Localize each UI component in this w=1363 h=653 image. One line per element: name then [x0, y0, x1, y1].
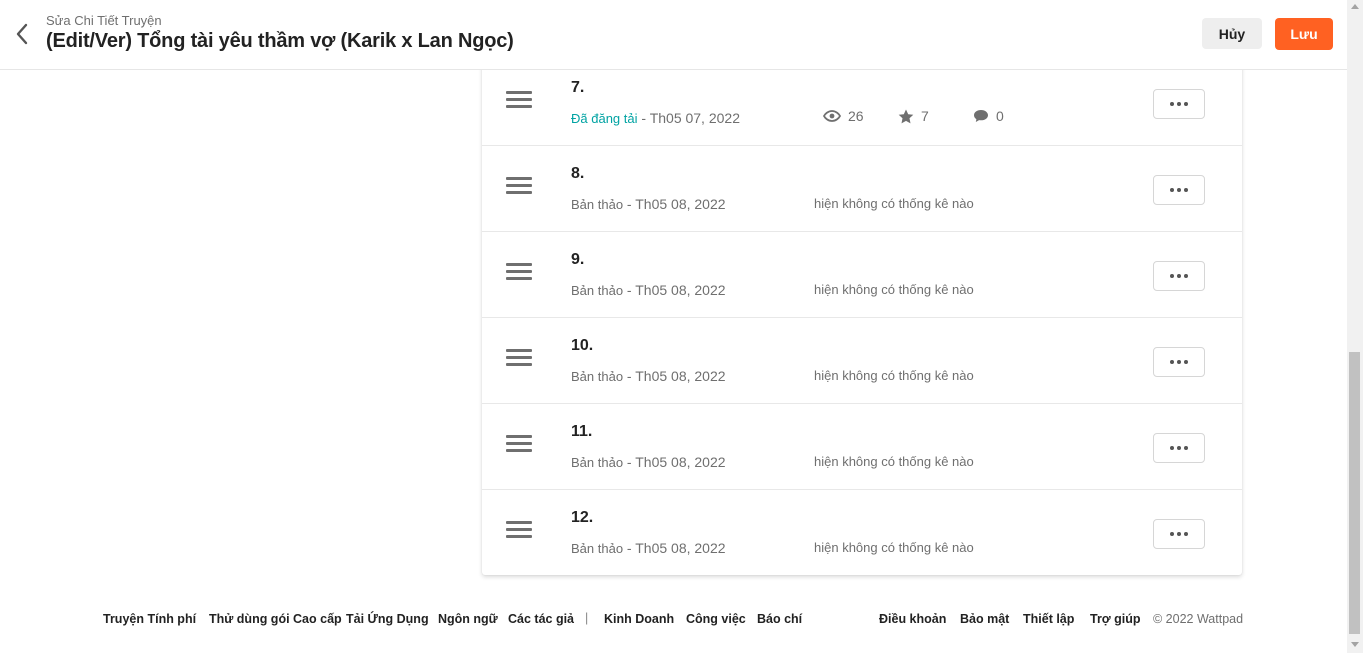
- part-date: - Th05 08, 2022: [623, 368, 726, 384]
- part-options-button[interactable]: [1153, 347, 1205, 377]
- part-number[interactable]: 11.: [571, 423, 592, 441]
- part-date: - Th05 08, 2022: [623, 196, 726, 212]
- votes-stat: 7: [898, 108, 929, 124]
- no-stats-text: hiện không có thống kê nào: [814, 368, 974, 383]
- status-label: Bản thảo: [571, 455, 624, 470]
- footer-link-jobs[interactable]: Công việc: [686, 612, 746, 626]
- votes-count: 7: [921, 108, 929, 124]
- part-row[interactable]: 10. Bản thảo - Th05 08, 2022 hiện không …: [482, 318, 1242, 404]
- footer-link-business[interactable]: Kinh Doanh: [604, 612, 674, 626]
- no-stats-text: hiện không có thống kê nào: [814, 282, 974, 297]
- more-horizontal-icon: [1170, 360, 1188, 364]
- comments-stat: 0: [973, 108, 1004, 124]
- drag-handle-icon[interactable]: [506, 177, 532, 195]
- footer-link-privacy[interactable]: Bảo mật: [960, 612, 1009, 626]
- header-subtitle: Sửa Chi Tiết Truyện: [46, 13, 162, 28]
- footer-link-language[interactable]: Ngôn ngữ: [438, 612, 498, 626]
- status-label: Bản thảo: [571, 541, 624, 556]
- drag-handle-icon[interactable]: [506, 349, 532, 367]
- part-status: Bản thảo - Th05 08, 2022: [571, 368, 726, 384]
- views-stat: 26: [823, 108, 864, 124]
- part-options-button[interactable]: [1153, 175, 1205, 205]
- eye-icon: [823, 110, 841, 122]
- part-row[interactable]: 11. Bản thảo - Th05 08, 2022 hiện không …: [482, 404, 1242, 490]
- edit-header: Sửa Chi Tiết Truyện (Edit/Ver) Tổng tài …: [0, 0, 1347, 70]
- footer-link-paid-stories[interactable]: Truyện Tính phí: [103, 612, 196, 626]
- part-number[interactable]: 7.: [571, 79, 584, 97]
- part-options-button[interactable]: [1153, 89, 1205, 119]
- no-stats-text: hiện không có thống kê nào: [814, 454, 974, 469]
- page-scrollbar[interactable]: [1347, 0, 1363, 653]
- part-row[interactable]: 9. Bản thảo - Th05 08, 2022 hiện không c…: [482, 232, 1242, 318]
- part-status: Bản thảo - Th05 08, 2022: [571, 540, 726, 556]
- part-date: - Th05 07, 2022: [637, 110, 740, 126]
- scroll-down-arrow-icon[interactable]: [1351, 642, 1359, 647]
- part-number[interactable]: 10.: [571, 337, 593, 355]
- chevron-left-icon: [16, 23, 28, 45]
- cancel-button[interactable]: Hủy: [1202, 18, 1262, 49]
- comments-count: 0: [996, 108, 1004, 124]
- footer-link-settings[interactable]: Thiết lập: [1023, 612, 1074, 626]
- parts-list: 7. Đã đăng tải - Th05 07, 2022 26 7 0 8.…: [482, 60, 1242, 575]
- footer-copyright: © 2022 Wattpad: [1153, 612, 1244, 626]
- part-status: Bản thảo - Th05 08, 2022: [571, 454, 726, 470]
- status-label: Bản thảo: [571, 197, 624, 212]
- status-label: Đã đăng tải: [571, 111, 638, 126]
- footer-link-terms[interactable]: Điều khoản: [879, 612, 946, 626]
- back-button[interactable]: [10, 20, 34, 48]
- no-stats-text: hiện không có thống kê nào: [814, 196, 974, 211]
- footer-link-premium-trial[interactable]: Thử dùng gói Cao cấp: [209, 612, 342, 626]
- footer-link-get-app[interactable]: Tải Ứng Dụng: [346, 612, 429, 626]
- part-status: Đã đăng tải - Th05 07, 2022: [571, 110, 740, 126]
- part-date: - Th05 08, 2022: [623, 540, 726, 556]
- footer-link-help[interactable]: Trợ giúp: [1090, 612, 1141, 626]
- footer-link-press[interactable]: Báo chí: [757, 612, 802, 626]
- drag-handle-icon[interactable]: [506, 435, 532, 453]
- part-status: Bản thảo - Th05 08, 2022: [571, 196, 726, 212]
- status-label: Bản thảo: [571, 369, 624, 384]
- more-horizontal-icon: [1170, 446, 1188, 450]
- drag-handle-icon[interactable]: [506, 91, 532, 109]
- part-row[interactable]: 12. Bản thảo - Th05 08, 2022 hiện không …: [482, 490, 1242, 575]
- footer-link-writers[interactable]: Các tác giả: [508, 612, 574, 626]
- drag-handle-icon[interactable]: [506, 263, 532, 281]
- drag-handle-icon[interactable]: [506, 521, 532, 539]
- part-row[interactable]: 7. Đã đăng tải - Th05 07, 2022 26 7 0: [482, 60, 1242, 146]
- part-status: Bản thảo - Th05 08, 2022: [571, 282, 726, 298]
- part-options-button[interactable]: [1153, 433, 1205, 463]
- more-horizontal-icon: [1170, 188, 1188, 192]
- more-horizontal-icon: [1170, 274, 1188, 278]
- star-icon: [898, 109, 914, 123]
- part-options-button[interactable]: [1153, 519, 1205, 549]
- part-options-button[interactable]: [1153, 261, 1205, 291]
- part-row[interactable]: 8. Bản thảo - Th05 08, 2022 hiện không c…: [482, 146, 1242, 232]
- more-horizontal-icon: [1170, 102, 1188, 106]
- story-title: (Edit/Ver) Tổng tài yêu thầm vợ (Karik x…: [46, 30, 514, 52]
- footer: Truyện Tính phí Thử dùng gói Cao cấp Tải…: [0, 610, 1347, 630]
- part-date: - Th05 08, 2022: [623, 454, 726, 470]
- no-stats-text: hiện không có thống kê nào: [814, 540, 974, 555]
- scroll-thumb[interactable]: [1349, 352, 1360, 634]
- part-number[interactable]: 8.: [571, 165, 584, 183]
- status-label: Bản thảo: [571, 283, 624, 298]
- footer-separator: |: [585, 611, 589, 625]
- comment-icon: [974, 110, 988, 122]
- views-count: 26: [848, 108, 864, 124]
- more-horizontal-icon: [1170, 532, 1188, 536]
- edit-story-page: 7. Đã đăng tải - Th05 07, 2022 26 7 0 8.…: [0, 0, 1363, 653]
- scroll-up-arrow-icon[interactable]: [1351, 4, 1359, 9]
- part-date: - Th05 08, 2022: [623, 282, 726, 298]
- save-button[interactable]: Lưu: [1275, 18, 1333, 50]
- part-number[interactable]: 12.: [571, 509, 593, 527]
- part-number[interactable]: 9.: [571, 251, 584, 269]
